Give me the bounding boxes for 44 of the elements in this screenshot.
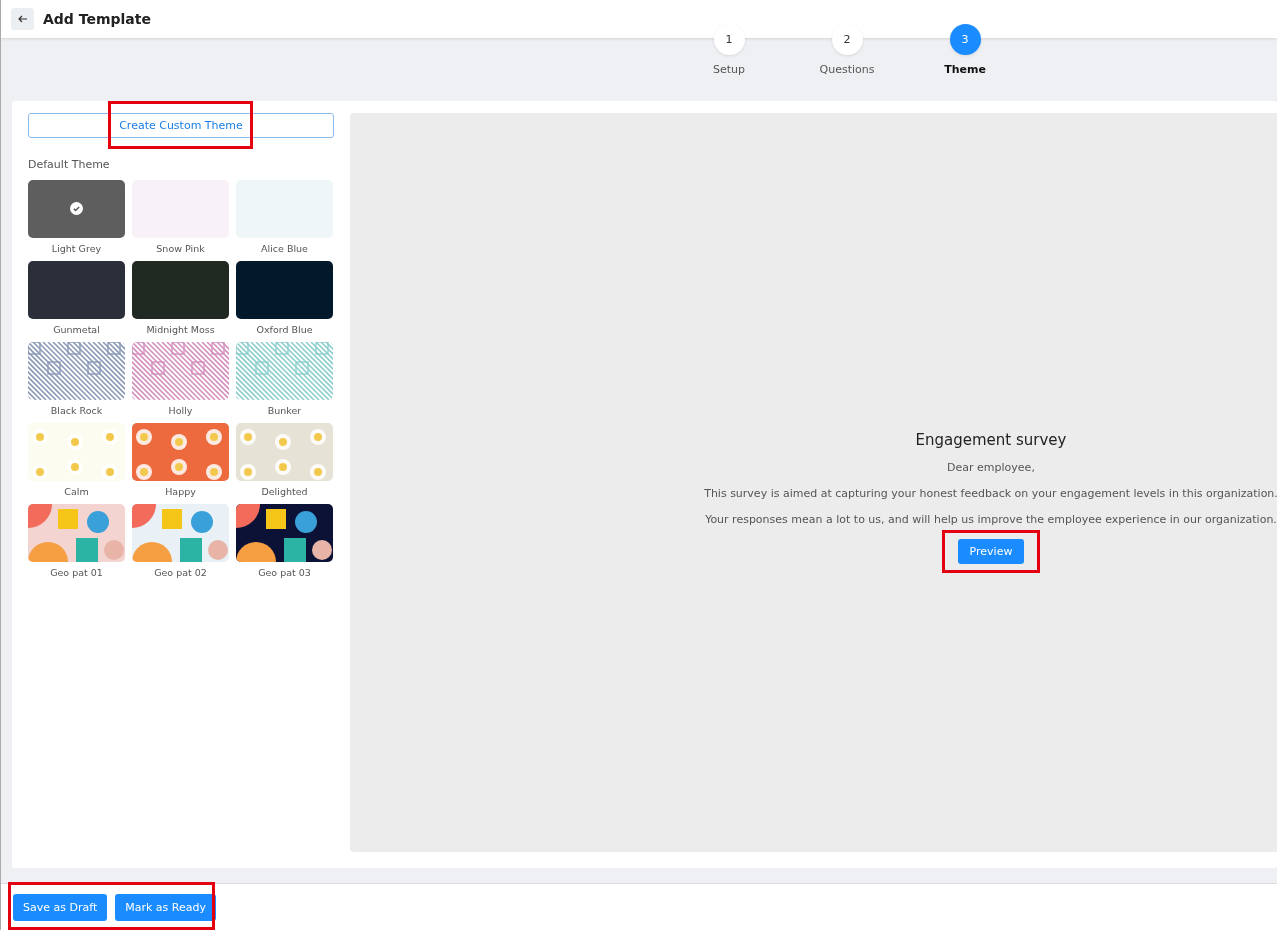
theme-name: Black Rock (50, 405, 103, 416)
section-heading: Default Theme (28, 158, 111, 171)
theme-name: Gunmetal (53, 324, 100, 335)
geometric-pattern-swatch[interactable] (28, 504, 125, 562)
footer-button[interactable]: Save as Draft (13, 893, 108, 921)
create-custom-theme-button[interactable]: Create Custom Theme (28, 113, 334, 138)
theme-name: Delighted (261, 486, 308, 497)
theme-name: Geo pat 01 (50, 567, 103, 578)
theme-swatch[interactable] (236, 261, 333, 319)
floral-pattern-swatch[interactable] (28, 423, 125, 481)
step-label: Setup (713, 63, 745, 76)
pattern-swatch[interactable] (236, 342, 333, 400)
greeting-text: Dear employee, (947, 461, 1035, 474)
theme-swatch[interactable] (28, 261, 125, 319)
theme-name: Bunker (267, 405, 302, 416)
theme-name: Geo pat 02 (154, 567, 207, 578)
preview-button[interactable]: Preview (957, 539, 1025, 564)
theme-name: Snow Pink (156, 243, 205, 254)
survey-description: Your responses mean a lot to us, and will help us improve the employee experience in our organization. (705, 513, 1277, 526)
theme-name: Midnight Moss (146, 324, 215, 335)
theme-name: Happy (165, 486, 196, 497)
floral-pattern-swatch[interactable] (236, 423, 333, 481)
survey-title: Engagement survey (915, 431, 1067, 449)
theme-name: Holly (168, 405, 193, 416)
pattern-swatch[interactable] (132, 342, 229, 400)
theme-name: Alice Blue (261, 243, 308, 254)
theme-name: Oxford Blue (256, 324, 313, 335)
theme-name: Geo pat 03 (258, 567, 311, 578)
footer-button[interactable]: Mark as Ready (115, 893, 216, 921)
theme-name: Calm (64, 486, 89, 497)
theme-swatch[interactable] (132, 261, 229, 319)
theme-swatch[interactable] (28, 180, 125, 238)
page-title: Add Template (43, 11, 151, 27)
step-label: Questions (819, 63, 875, 76)
geometric-pattern-swatch[interactable] (236, 504, 333, 562)
geometric-pattern-swatch[interactable] (132, 504, 229, 562)
check-icon (70, 202, 83, 215)
survey-description: This survey is aimed at capturing your honest feedback on your engagement levels in this organization. (704, 487, 1277, 500)
floral-pattern-swatch[interactable] (132, 423, 229, 481)
theme-name: Light Grey (51, 243, 102, 254)
back-arrow-icon (17, 15, 28, 23)
pattern-swatch[interactable] (28, 342, 125, 400)
back-button[interactable] (11, 8, 34, 30)
step-label: Theme (944, 63, 986, 76)
